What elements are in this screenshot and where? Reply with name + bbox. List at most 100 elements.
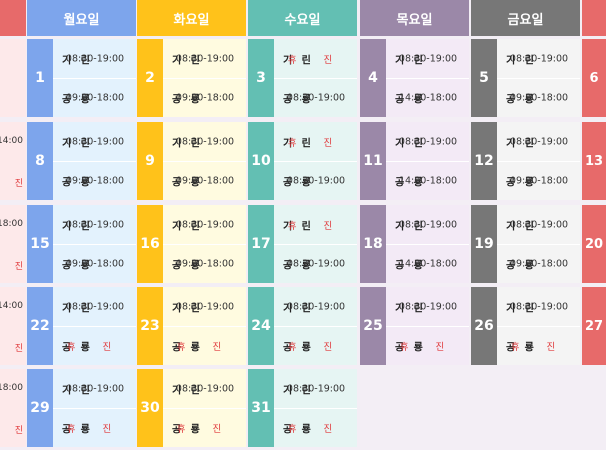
hours-value: 휴 진 — [176, 423, 234, 435]
header-mon: 월요일 — [27, 0, 136, 36]
schedule-row-kirin: 기 린휴 진 — [274, 205, 357, 245]
schedule-row-gongryong: 공 룡 09:00-18:00 — [53, 244, 136, 283]
hours-value: 휴 진 — [176, 341, 234, 353]
day-number: 3 — [248, 39, 274, 117]
day-cell[interactable]: 11 기 린 08:30-19:00 공 룡 14:00-18:00 — [360, 122, 469, 200]
schedule-row-gongryong: 공 룡 14:00-18:00 — [386, 244, 469, 283]
day-schedule: 기 린 08:30-19:00 공 룡 09:00-18:00 — [53, 205, 136, 283]
hours-value: 09:00-18:00 — [509, 258, 569, 269]
day-schedule: 기 린휴 진공 룡 08:30-19:00 — [274, 122, 357, 200]
sunday-cell-partial: -14:00 진 — [0, 287, 26, 365]
day-cell[interactable]: 5기 린 08:30-19:00 공 룡 09:00-18:00 — [471, 39, 580, 117]
hours-value: 08:30-19:00 — [398, 136, 458, 147]
hours-value: 08:30-19:00 — [65, 53, 125, 64]
day-number: 30 — [137, 369, 163, 447]
schedule-row-kirin: 기 린 08:30-19:00 — [386, 39, 469, 79]
schedule-row-gongryong: 공 룡휴 진 — [53, 326, 136, 365]
saturday-cell-partial: 6 — [582, 39, 606, 117]
day-number: 24 — [248, 287, 274, 365]
day-cell[interactable]: 16 기 린 08:30-19:00 공 룡 09:00-18:00 — [137, 205, 246, 283]
sunday-status-partial: 진 — [14, 426, 23, 436]
schedule-row-kirin: 기 린 08:30-19:00 — [53, 369, 136, 409]
hours-value: 09:00-18:00 — [175, 258, 235, 269]
header-thu: 목요일 — [360, 0, 469, 36]
day-cell[interactable]: 10 기 린휴 진공 룡 08:30-19:00 — [248, 122, 357, 200]
day-cell[interactable]: 8기 린 08:30-19:00 공 룡 09:00-18:00 — [27, 122, 136, 200]
schedule-row-gongryong: 공 룡휴 진 — [163, 326, 246, 365]
day-number: 31 — [248, 369, 274, 447]
hours-value: 08:30-19:00 — [175, 383, 235, 394]
day-cell[interactable]: 15 기 린 08:30-19:00 공 룡 09:00-18:00 — [27, 205, 136, 283]
day-cell[interactable]: 31 기 린 08:30-19:00 공 룡휴 진 — [248, 369, 357, 447]
header-tue: 화요일 — [137, 0, 246, 36]
day-schedule: 기 린 08:30-19:00 공 룡휴 진 — [163, 369, 246, 447]
hours-value: 휴 진 — [287, 137, 345, 149]
day-schedule: 기 린 08:30-19:00 공 룡 14:00-18:00 — [386, 205, 469, 283]
day-schedule: 기 린 08:30-19:00 공 룡 14:00-18:00 — [386, 122, 469, 200]
schedule-row-gongryong: 공 룡 09:00-18:00 — [497, 244, 580, 283]
sunday-status-partial: 진 — [14, 262, 23, 272]
day-cell[interactable]: 30 기 린 08:30-19:00 공 룡휴 진 — [137, 369, 246, 447]
schedule-row-gongryong: 공 룡 09:00-18:00 — [163, 161, 246, 200]
hours-value: 휴 진 — [399, 341, 457, 353]
day-number: 9 — [137, 122, 163, 200]
day-cell[interactable]: 26 기 린 08:30-19:00 공 룡휴 진 — [471, 287, 580, 365]
sunday-cell-partial: -14:00 진 — [0, 122, 26, 200]
schedule-row-gongryong: 공 룡휴 진 — [163, 408, 246, 447]
day-cell[interactable]: 12 기 린 08:30-19:00 공 룡 09:00-18:00 — [471, 122, 580, 200]
day-schedule: 기 린 08:30-19:00 공 룡휴 진 — [274, 287, 357, 365]
hours-value: 휴 진 — [287, 423, 345, 435]
day-cell[interactable]: 3기 린휴 진공 룡 08:30-19:00 — [248, 39, 357, 117]
schedule-row-kirin: 기 린 08:30-19:00 — [53, 39, 136, 79]
day-schedule: 기 린휴 진공 룡 08:30-19:00 — [274, 205, 357, 283]
hours-value: 08:30-19:00 — [509, 219, 569, 230]
header-wed: 수요일 — [248, 0, 357, 36]
day-cell[interactable]: 1기 린 08:30-19:00 공 룡 09:00-18:00 — [27, 39, 136, 117]
day-schedule: 기 린 08:30-19:00 공 룡 09:00-18:00 — [53, 39, 136, 117]
day-schedule: 기 린 08:30-19:00 공 룡휴 진 — [386, 287, 469, 365]
day-schedule: 기 린 08:30-19:00 공 룡 09:00-18:00 — [497, 205, 580, 283]
schedule-row-gongryong: 공 룡 09:00-18:00 — [497, 78, 580, 117]
schedule-row-kirin: 기 린 08:30-19:00 — [497, 287, 580, 327]
schedule-row-kirin: 기 린 08:30-19:00 — [497, 39, 580, 79]
hours-value: 09:00-18:00 — [65, 92, 125, 103]
hours-value: 08:30-19:00 — [286, 175, 346, 186]
schedule-row-kirin: 기 린 08:30-19:00 — [53, 287, 136, 327]
hours-value: 08:30-19:00 — [509, 136, 569, 147]
hours-value: 09:00-18:00 — [509, 92, 569, 103]
day-number: 11 — [360, 122, 386, 200]
day-cell[interactable]: 2기 린 08:30-19:00 공 룡 09:00-18:00 — [137, 39, 246, 117]
day-cell[interactable]: 17 기 린휴 진공 룡 08:30-19:00 — [248, 205, 357, 283]
day-number: 17 — [248, 205, 274, 283]
schedule-row-gongryong: 공 룡 08:30-19:00 — [274, 161, 357, 200]
schedule-row-kirin: 기 린 08:30-19:00 — [274, 369, 357, 409]
schedule-row-gongryong: 공 룡 14:00-18:00 — [386, 161, 469, 200]
schedule-row-kirin: 기 린 08:30-19:00 — [163, 287, 246, 327]
schedule-row-kirin: 기 린 08:30-19:00 — [163, 205, 246, 245]
hours-value: 14:00-18:00 — [398, 258, 458, 269]
saturday-cell-partial: 27 — [582, 287, 606, 365]
sunday-cell-partial: -18:00 진 — [0, 205, 26, 283]
day-cell[interactable]: 19 기 린 08:30-19:00 공 룡 09:00-18:00 — [471, 205, 580, 283]
schedule-row-kirin: 기 린 08:30-19:00 — [274, 287, 357, 327]
day-cell[interactable]: 24 기 린 08:30-19:00 공 룡휴 진 — [248, 287, 357, 365]
schedule-row-gongryong: 공 룡휴 진 — [53, 408, 136, 447]
day-cell[interactable]: 18 기 린 08:30-19:00 공 룡 14:00-18:00 — [360, 205, 469, 283]
schedule-row-gongryong: 공 룡 09:00-18:00 — [163, 78, 246, 117]
day-cell[interactable]: 23 기 린 08:30-19:00 공 룡휴 진 — [137, 287, 246, 365]
hours-value: 휴 진 — [66, 341, 124, 353]
schedule-row-kirin: 기 린 08:30-19:00 — [53, 205, 136, 245]
day-number: 12 — [471, 122, 497, 200]
day-cell[interactable]: 25 기 린 08:30-19:00 공 룡휴 진 — [360, 287, 469, 365]
hours-value: 09:00-18:00 — [65, 175, 125, 186]
schedule-row-kirin: 기 린 08:30-19:00 — [386, 287, 469, 327]
day-schedule: 기 린휴 진공 룡 08:30-19:00 — [274, 39, 357, 117]
sunday-time-partial: -18:00 — [0, 219, 23, 229]
day-cell[interactable]: 4기 린 08:30-19:00 공 룡 14:00-18:00 — [360, 39, 469, 117]
day-cell[interactable]: 22 기 린 08:30-19:00 공 룡휴 진 — [27, 287, 136, 365]
day-number: 22 — [27, 287, 53, 365]
schedule-row-gongryong: 공 룡 09:00-18:00 — [53, 78, 136, 117]
day-cell[interactable]: 9기 린 08:30-19:00 공 룡 09:00-18:00 — [137, 122, 246, 200]
sunday-cell-partial — [0, 39, 26, 117]
day-cell[interactable]: 29 기 린 08:30-19:00 공 룡휴 진 — [27, 369, 136, 447]
